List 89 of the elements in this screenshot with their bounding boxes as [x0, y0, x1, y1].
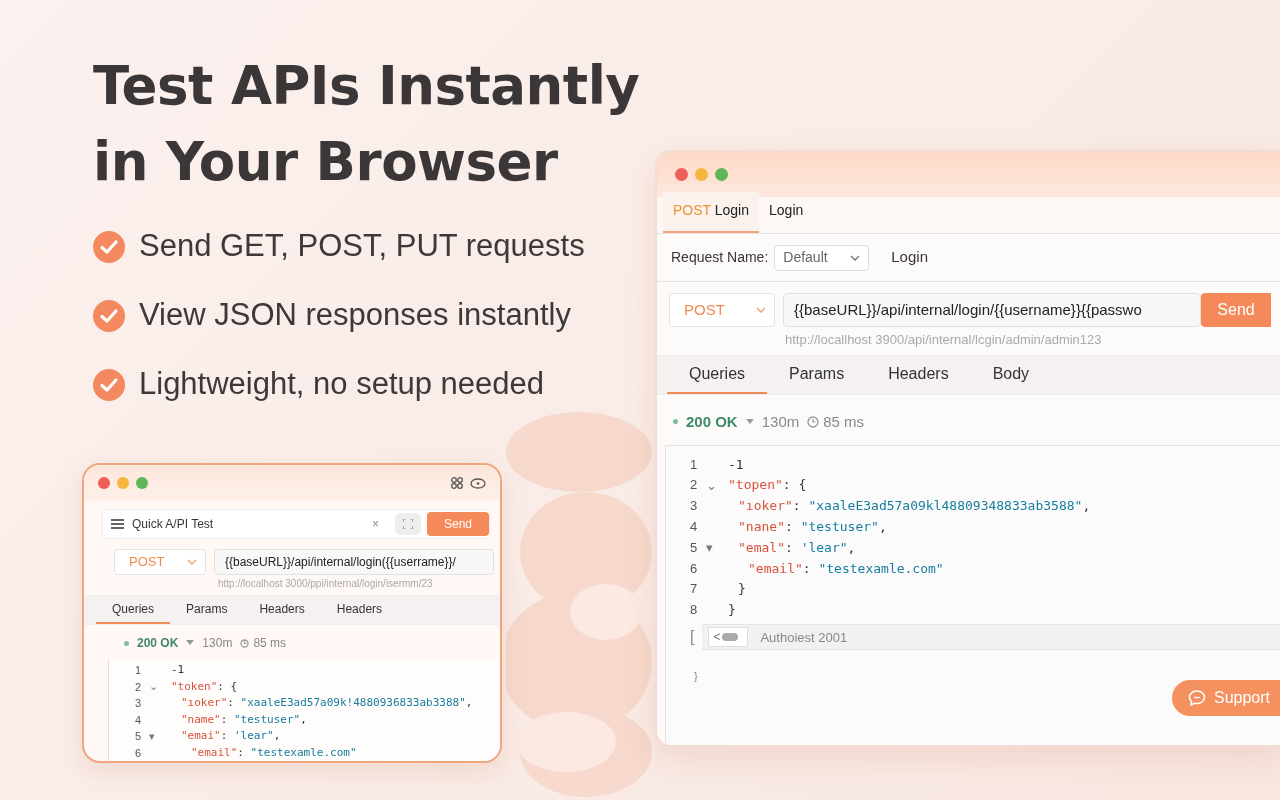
status-dot [124, 640, 129, 646]
line-number: 1 [690, 455, 699, 474]
code-text: } [728, 601, 736, 620]
line-number: 6 [690, 559, 699, 578]
check-circle-icon [93, 368, 125, 401]
tab[interactable]: Queries [96, 596, 171, 624]
code-text: -1 [728, 455, 744, 474]
line-number: 2 [690, 476, 699, 495]
fold-toggle[interactable]: ▾ [149, 730, 155, 742]
code-text: "ıoker": "xaaleE3ad57a09k!4880936833ab3388", [181, 695, 473, 711]
line-number: 4 [135, 712, 143, 728]
chevron-icon [187, 557, 197, 567]
timer-icon [240, 638, 250, 648]
resolved-url: http://locallhost 3900/api/internal/lcgin/admin/admin123 [785, 331, 1103, 349]
line-number: 8 [690, 601, 699, 620]
status-code: 200 OK [686, 411, 738, 432]
window-control-dot[interactable] [117, 477, 129, 489]
response-time: 85 ms [823, 411, 865, 432]
line-number: 3 [135, 696, 143, 711]
request-name-text: Login [891, 247, 928, 268]
chat-bubble-icon [1188, 689, 1206, 707]
expand-button[interactable] [395, 513, 421, 535]
code-text: "token": { [171, 678, 238, 695]
line-number: 3 [690, 497, 699, 516]
line-number: 1 [135, 663, 143, 678]
request-name-select[interactable]: Default [774, 244, 870, 271]
headline-text: Test APIs Instantly [93, 54, 641, 118]
line-number: 5 [690, 538, 699, 557]
fold-toggle[interactable]: ▾ [706, 541, 713, 555]
fold-toggle[interactable]: ⌄ [149, 681, 158, 693]
check-circle-icon [93, 299, 125, 332]
caret-icon[interactable] [745, 418, 754, 425]
timer-icon [807, 415, 820, 428]
window-control-dot[interactable] [98, 477, 110, 489]
close-tab-icon[interactable]: × [372, 515, 379, 533]
feature-text: Send GET, POST, PUT requests [139, 227, 585, 266]
menu-icon[interactable] [111, 519, 124, 529]
code-text: "email": "testexamle.com" [191, 744, 357, 761]
feature-text: Lightweight, no setup needed [139, 365, 545, 404]
eye-icon[interactable] [470, 477, 486, 489]
request-tab[interactable]: POST Login [663, 192, 760, 233]
tab[interactable]: Headers [243, 596, 321, 624]
back-button[interactable]: < [708, 627, 749, 648]
response-size: 130m [202, 635, 233, 652]
footer-text: Authoiest 2001 [760, 628, 848, 647]
code-text: "topen": { [728, 476, 807, 495]
feature-text: View JSON responses instantly [139, 296, 571, 335]
caret-icon[interactable] [186, 640, 195, 646]
request-tab[interactable]: Login [759, 200, 814, 233]
resolved-url: http://localhost 3000/ppi/internal/login/isermm/23 [218, 577, 434, 591]
field-label: Request Name: [671, 248, 769, 267]
line-number: 5 [135, 729, 143, 744]
tab[interactable]: Params [767, 355, 867, 394]
status-code: 200 OK [137, 635, 179, 652]
request-title: Quick A/PI Test [132, 516, 214, 533]
status-dot [673, 419, 678, 425]
code-text: "email": "testexamle.com" [748, 559, 944, 578]
tab[interactable]: Params [170, 596, 244, 624]
response-time: 85 ms [253, 635, 287, 652]
tab[interactable]: Queries [667, 355, 768, 394]
bracket-text: [ [690, 627, 695, 648]
code-text: "name": "testuser", [181, 711, 307, 728]
dots-icon[interactable] [451, 477, 463, 489]
frame-icon [403, 519, 413, 529]
line-number: 2 [135, 679, 143, 695]
fold-toggle[interactable]: ⌄ [706, 478, 717, 492]
tab[interactable]: Body [970, 355, 1052, 394]
tab[interactable]: Headers [320, 596, 399, 624]
window-control-dot[interactable] [136, 477, 148, 489]
check-circle-icon [93, 230, 125, 263]
line-number: 6 [135, 745, 143, 761]
url-field[interactable]: {{baseURL}}/api/internal/login/{{username}}{{passwo [783, 293, 1201, 327]
window-control-dot[interactable] [675, 168, 688, 181]
chevron-icon [756, 305, 766, 315]
url-field[interactable]: {{baseURL}}/api/internal/login({{userrame}}/ [214, 549, 494, 575]
window-control-dot[interactable] [695, 168, 708, 181]
tab[interactable]: Headers [866, 355, 971, 394]
code-text: } [694, 669, 699, 685]
code-text: -1 [171, 662, 185, 678]
line-number: 4 [690, 518, 699, 537]
headline-text: in Your Browser [93, 130, 559, 194]
line-number: 7 [690, 580, 699, 599]
response-size: 130m [761, 411, 800, 432]
code-text: "emal": 'lear", [738, 538, 856, 557]
code-text: "emai": 'lear", [181, 728, 281, 744]
code-text: "nane": "testuser", [738, 518, 887, 537]
window-control-dot[interactable] [715, 168, 728, 181]
code-text: "ıoker": "xaaleE3ad57a09kl48809348833ab3588", [738, 497, 1091, 516]
code-text: } [738, 580, 746, 599]
